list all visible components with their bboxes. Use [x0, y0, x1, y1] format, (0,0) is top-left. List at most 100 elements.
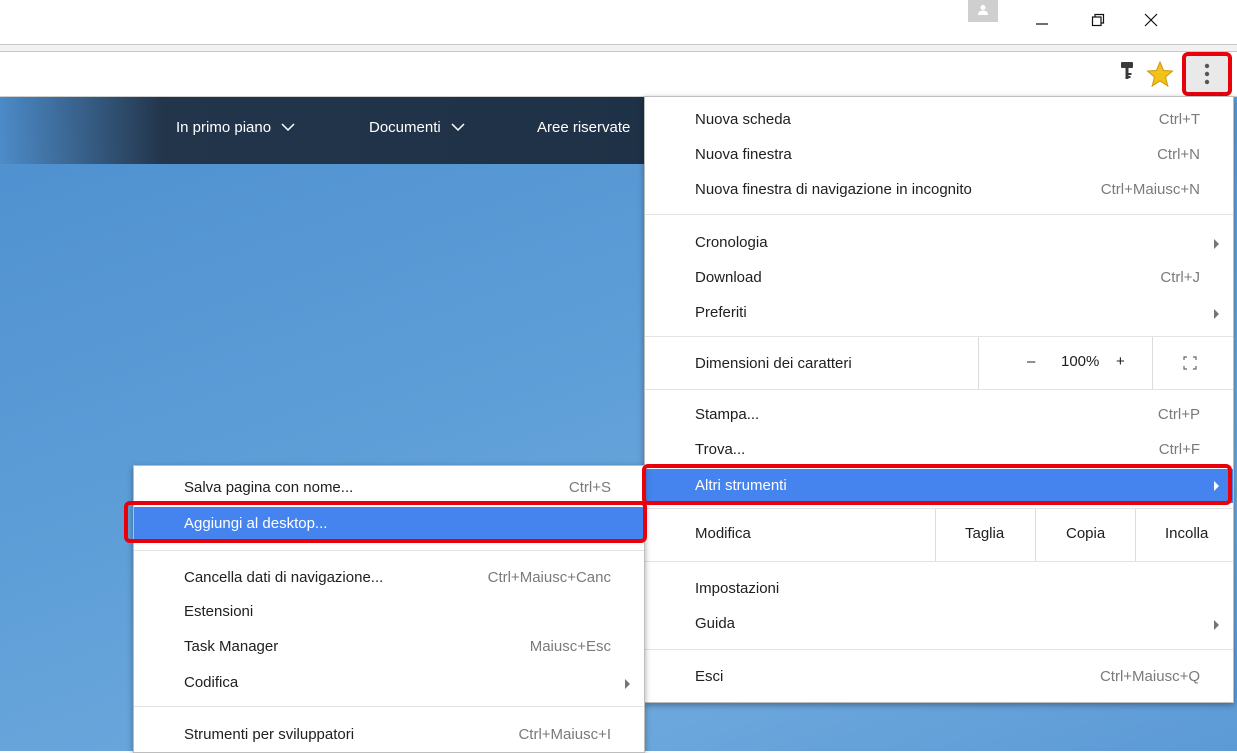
title-bar	[0, 0, 1237, 44]
zoom-level: 100%	[1061, 353, 1100, 370]
fullscreen-icon[interactable]	[1183, 356, 1197, 374]
browser-toolbar	[0, 52, 1237, 97]
menu-item-label: Modifica	[695, 525, 751, 542]
menu-item-label: Nuova finestra di navigazione in incogni…	[695, 181, 972, 198]
chevron-right-icon	[1214, 309, 1219, 319]
menu-item-settings[interactable]: Impostazioni	[645, 571, 1233, 607]
divider	[1035, 509, 1036, 561]
menu-item-shortcut: Ctrl+Maiusc+I	[518, 726, 611, 743]
menu-item-shortcut: Ctrl+T	[1158, 111, 1200, 128]
menu-item-label: Codifica	[184, 674, 239, 691]
menu-item-shortcut: Ctrl+F	[1158, 441, 1200, 458]
star-icon[interactable]	[1146, 60, 1174, 88]
menu-item-encoding[interactable]: Codifica	[134, 665, 644, 701]
menu-item-label: Nuova scheda	[695, 111, 791, 128]
menu-item-label: Nuova finestra	[695, 146, 792, 163]
menu-item-shortcut: Maiusc+Esc	[529, 638, 611, 655]
minimize-button[interactable]	[1019, 2, 1065, 38]
menu-item-label: Dimensioni dei caratteri	[695, 355, 852, 372]
cut-button[interactable]: Taglia	[965, 525, 1004, 542]
menu-item-shortcut: Ctrl+P	[1157, 406, 1200, 423]
menu-item-save-page[interactable]: Salva pagina con nome... Ctrl+S	[134, 470, 644, 506]
chevron-right-icon	[1214, 620, 1219, 630]
menu-item-label: Aggiungi al desktop...	[184, 515, 328, 532]
menu-item-help[interactable]: Guida	[645, 606, 1233, 642]
chevron-right-icon	[1214, 481, 1219, 491]
menu-item-add-to-desktop[interactable]: Aggiungi al desktop...	[134, 507, 644, 541]
menu-row-edit: Modifica Taglia Copia Incolla	[645, 509, 1233, 561]
nav-item-aree-riservate[interactable]: Aree riservate	[537, 119, 630, 136]
menu-item-label: Cronologia	[695, 234, 768, 251]
menu-item-label: Impostazioni	[695, 580, 780, 597]
profile-button[interactable]	[968, 0, 998, 22]
site-navigation: In primo piano Documenti Aree riservate	[0, 97, 650, 164]
menu-item-label: Download	[695, 269, 762, 286]
menu-item-print[interactable]: Stampa... Ctrl+P	[645, 397, 1233, 433]
chevron-right-icon	[625, 679, 630, 689]
menu-item-shortcut: Ctrl+Maiusc+Canc	[487, 569, 611, 586]
menu-item-clear-browsing-data[interactable]: Cancella dati di navigazione... Ctrl+Mai…	[134, 560, 644, 596]
kebab-menu-icon	[1204, 63, 1210, 85]
nav-item-label: In primo piano	[176, 119, 272, 136]
menu-item-downloads[interactable]: Download Ctrl+J	[645, 260, 1233, 296]
divider	[1152, 337, 1153, 389]
menu-item-label: Stampa...	[695, 406, 760, 423]
chevron-down-icon	[281, 119, 295, 136]
menu-row-zoom: Dimensioni dei caratteri – 100% +	[645, 337, 1233, 389]
menu-item-extensions[interactable]: Estensioni	[134, 594, 644, 630]
menu-separator	[645, 389, 1233, 390]
menu-separator	[645, 214, 1233, 215]
menu-separator	[134, 706, 644, 707]
menu-item-label: Preferiti	[695, 304, 747, 321]
nav-item-in-primo-piano[interactable]: In primo piano	[176, 119, 295, 136]
menu-item-label: Esci	[695, 668, 724, 685]
menu-separator	[134, 550, 644, 551]
menu-item-developer-tools[interactable]: Strumenti per sviluppatori Ctrl+Maiusc+I	[134, 717, 644, 753]
more-tools-submenu: Salva pagina con nome... Ctrl+S Aggiungi…	[133, 465, 645, 753]
menu-item-history[interactable]: Cronologia	[645, 225, 1233, 261]
menu-item-new-tab[interactable]: Nuova scheda Ctrl+T	[645, 102, 1233, 138]
menu-item-shortcut: Ctrl+N	[1157, 146, 1200, 163]
menu-item-exit[interactable]: Esci Ctrl+Maiusc+Q	[645, 659, 1233, 695]
nav-item-label: Documenti	[369, 119, 441, 136]
paste-button[interactable]: Incolla	[1165, 525, 1208, 542]
menu-item-shortcut: Ctrl+S	[568, 479, 611, 496]
menu-item-label: Trova...	[695, 441, 746, 458]
divider	[935, 509, 936, 561]
menu-item-label: Cancella dati di navigazione...	[184, 569, 384, 586]
minimize-icon	[1036, 23, 1048, 25]
chrome-menu-button[interactable]	[1182, 52, 1232, 96]
menu-item-shortcut: Ctrl+J	[1160, 269, 1200, 286]
divider	[1135, 509, 1136, 561]
chrome-main-menu: Nuova scheda Ctrl+T Nuova finestra Ctrl+…	[644, 96, 1234, 703]
key-icon[interactable]	[1119, 60, 1135, 84]
menu-item-new-window[interactable]: Nuova finestra Ctrl+N	[645, 137, 1233, 173]
restore-icon	[1091, 13, 1105, 27]
close-icon	[1144, 13, 1158, 27]
menu-separator	[645, 561, 1233, 562]
menu-item-more-tools[interactable]: Altri strumenti	[645, 469, 1233, 503]
close-button[interactable]	[1128, 2, 1174, 38]
restore-button[interactable]	[1075, 2, 1121, 38]
person-icon	[978, 5, 988, 15]
menu-separator	[645, 649, 1233, 650]
menu-item-label: Guida	[695, 615, 736, 632]
nav-item-label: Aree riservate	[537, 119, 631, 136]
menu-item-incognito[interactable]: Nuova finestra di navigazione in incogni…	[645, 172, 1233, 208]
chevron-right-icon	[1214, 239, 1219, 249]
nav-item-documenti[interactable]: Documenti	[369, 119, 465, 136]
zoom-in-button[interactable]: +	[1116, 353, 1125, 370]
menu-item-find[interactable]: Trova... Ctrl+F	[645, 432, 1233, 468]
copy-button[interactable]: Copia	[1066, 525, 1105, 542]
menu-item-label: Salva pagina con nome...	[184, 479, 354, 496]
menu-item-label: Estensioni	[184, 603, 254, 620]
menu-item-label: Strumenti per sviluppatori	[184, 726, 355, 743]
chevron-down-icon	[451, 119, 465, 136]
menu-item-task-manager[interactable]: Task Manager Maiusc+Esc	[134, 629, 644, 665]
divider	[978, 337, 979, 389]
menu-item-label: Altri strumenti	[695, 477, 787, 494]
tab-strip	[0, 44, 1237, 52]
menu-item-label: Task Manager	[184, 638, 279, 655]
zoom-out-button[interactable]: –	[1027, 353, 1035, 370]
menu-item-bookmarks[interactable]: Preferiti	[645, 295, 1233, 331]
